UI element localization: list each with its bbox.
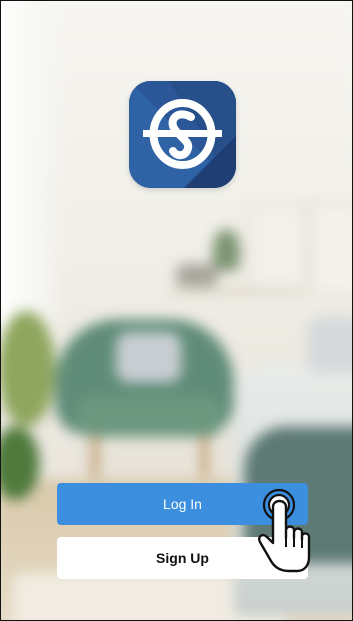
sign-up-label: Sign Up [156, 550, 209, 566]
log-in-label: Log In [163, 496, 202, 512]
login-screen: Log In Sign Up [0, 0, 353, 621]
app-logo-icon [129, 81, 236, 188]
log-in-button[interactable]: Log In [57, 483, 308, 525]
sign-up-button[interactable]: Sign Up [57, 537, 308, 579]
